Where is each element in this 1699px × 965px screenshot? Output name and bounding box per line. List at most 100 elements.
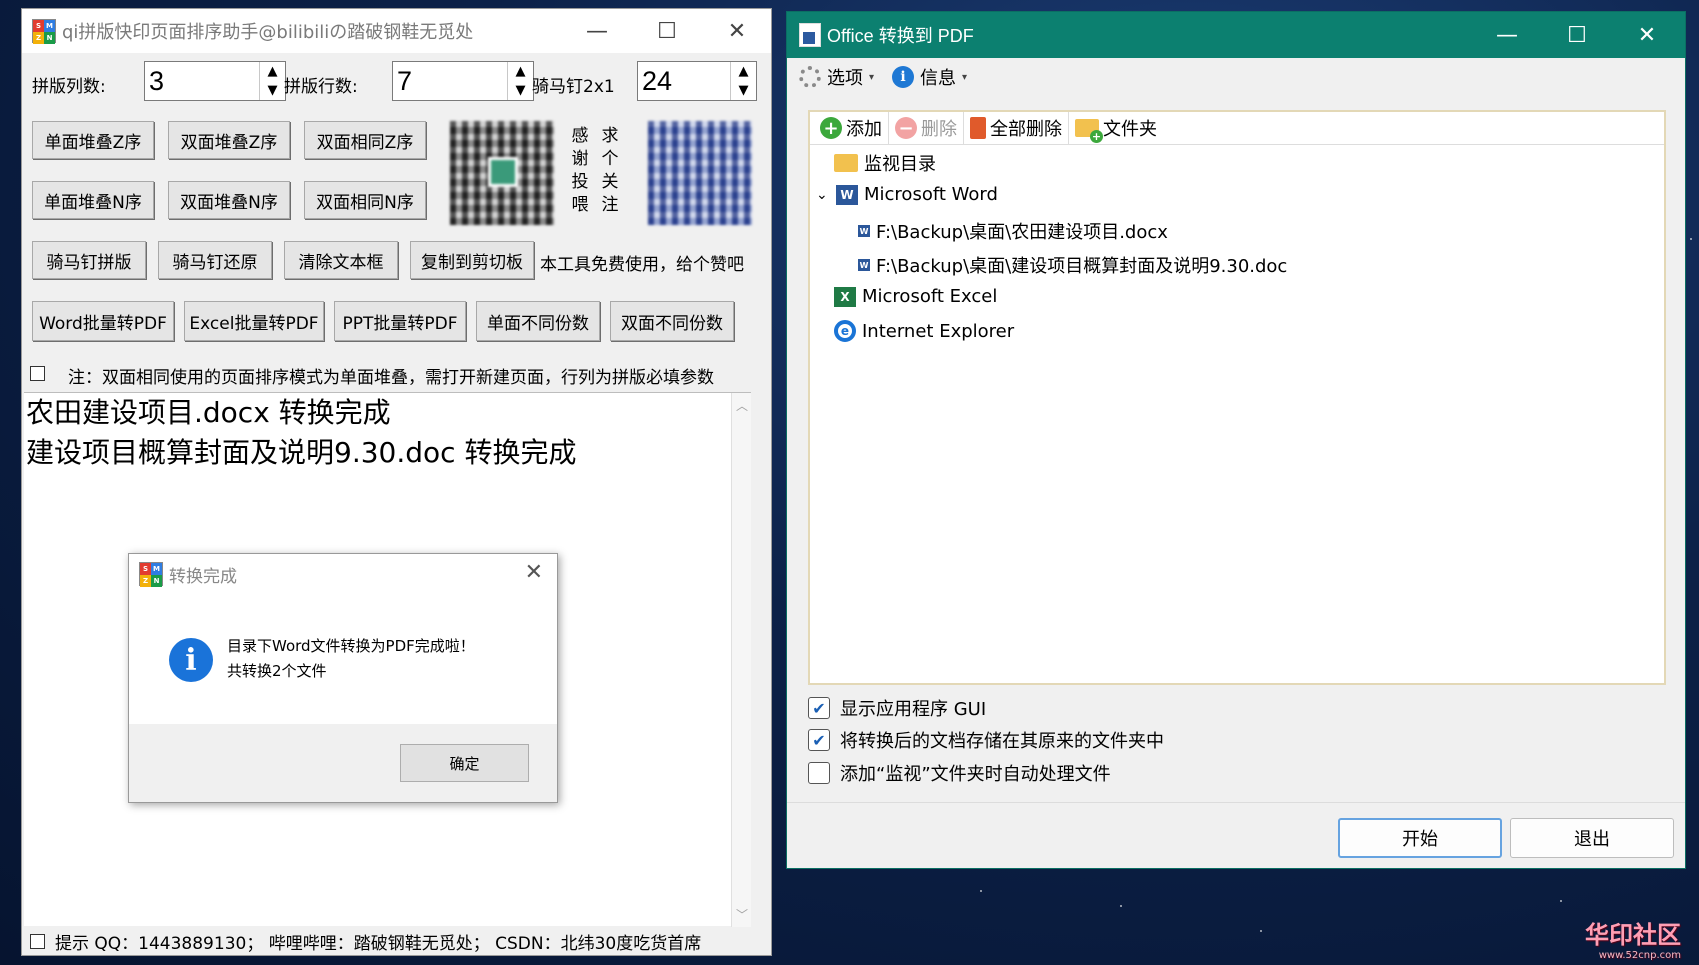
single-stack-n-button[interactable]: 单面堆叠N序 bbox=[32, 181, 154, 219]
folder-add-icon bbox=[1075, 119, 1103, 143]
follow-text: 求个关注 bbox=[601, 126, 619, 215]
rows-label: 拼版行数: bbox=[284, 77, 358, 97]
double-same-n-button[interactable]: 双面相同N序 bbox=[304, 181, 426, 219]
single-copies-button[interactable]: 单面不同份数 bbox=[476, 301, 600, 341]
vertical-scrollbar[interactable]: ︿ ﹀ bbox=[731, 393, 751, 927]
spin-down-icon[interactable]: ▼ bbox=[260, 81, 285, 100]
saddle-restore-button[interactable]: 骑马钉还原 bbox=[158, 241, 272, 279]
tree-item-file[interactable]: W F:\Backup\桌面\建设项目概算封面及说明9.30.doc bbox=[858, 252, 1287, 278]
checkbox-unchecked[interactable] bbox=[808, 762, 830, 784]
exit-button[interactable]: 退出 bbox=[1510, 818, 1674, 858]
checkbox-checked[interactable]: ✔ bbox=[808, 729, 830, 751]
cols-label: 拼版列数: bbox=[32, 77, 106, 97]
maximize-icon[interactable]: ☐ bbox=[632, 9, 702, 53]
tree-item-ie[interactable]: e Internet Explorer bbox=[834, 320, 1014, 342]
checkbox-checked[interactable]: ✔ bbox=[808, 697, 830, 719]
cols-spinner[interactable]: 3 ▲ ▼ bbox=[144, 61, 286, 101]
chevron-down-icon: ▾ bbox=[869, 71, 875, 83]
option-show-gui[interactable]: ✔ 显示应用程序 GUI bbox=[808, 695, 986, 721]
chevron-down-icon: ▾ bbox=[962, 71, 968, 83]
spin-down-icon[interactable]: ▼ bbox=[508, 81, 533, 100]
log-line: 农田建设项目.docx 转换完成 bbox=[26, 396, 391, 429]
tree-item-watch-dir[interactable]: 监视目录 bbox=[834, 150, 936, 176]
spin-up-icon[interactable]: ▲ bbox=[260, 62, 285, 81]
spin-up-icon[interactable]: ▲ bbox=[508, 62, 533, 81]
option-store-original-folder[interactable]: ✔ 将转换后的文档存储在其原来的文件夹中 bbox=[808, 727, 1164, 753]
single-stack-z-button[interactable]: 单面堆叠Z序 bbox=[32, 121, 154, 159]
copy-clipboard-button[interactable]: 复制到剪切板 bbox=[410, 241, 534, 279]
free-note: 本工具免费使用，给个赞吧 bbox=[540, 255, 744, 275]
tree-item-excel[interactable]: X Microsoft Excel bbox=[834, 286, 997, 307]
saddle-layout-button[interactable]: 骑马钉拼版 bbox=[32, 241, 146, 279]
cols-value: 3 bbox=[149, 66, 165, 96]
word-icon: W bbox=[836, 184, 858, 205]
dialog-message: 目录下Word文件转换为PDF完成啦！ 共转换2个文件 bbox=[227, 637, 475, 680]
close-icon[interactable]: ✕ bbox=[1612, 12, 1682, 58]
title-bar: Office 转换到 PDF — ☐ ✕ bbox=[787, 12, 1685, 58]
menu-bar: 选项 ▾ i 信息 ▾ bbox=[787, 58, 1685, 96]
donate-qr-image bbox=[450, 121, 554, 225]
saddle-spinner[interactable]: 24 ▲ ▼ bbox=[637, 61, 757, 101]
close-icon[interactable]: ✕ bbox=[525, 560, 543, 585]
tree-item-word[interactable]: ⌄ W Microsoft Word bbox=[816, 184, 998, 205]
thanks-text: 感谢投喂 bbox=[571, 126, 589, 215]
app-icon: SMZN bbox=[32, 19, 56, 44]
window-title: Office 转换到 PDF bbox=[827, 26, 974, 46]
add-icon: + bbox=[820, 117, 842, 139]
double-copies-button[interactable]: 双面不同份数 bbox=[610, 301, 734, 341]
ok-button[interactable]: 确定 bbox=[400, 744, 529, 782]
pdf-app-icon bbox=[799, 23, 821, 47]
scroll-down-icon[interactable]: ﹀ bbox=[732, 906, 752, 923]
spin-up-icon[interactable]: ▲ bbox=[731, 62, 756, 81]
site-watermark: 华印社区 www.52cnp.com bbox=[1585, 921, 1681, 961]
tree-item-file[interactable]: W F:\Backup\桌面\农田建设项目.docx bbox=[858, 218, 1168, 244]
dialog-title-bar: SMZN 转换完成 ✕ bbox=[129, 554, 557, 594]
minimize-icon[interactable]: — bbox=[1472, 12, 1542, 58]
dialog-title: 转换完成 bbox=[169, 566, 237, 587]
status-bar: 提示 QQ：1443889130； 哔哩哔哩：踏破钢鞋无觅处； CSDN：北纬3… bbox=[22, 927, 771, 955]
word-to-pdf-button[interactable]: Word批量转PDF bbox=[32, 301, 174, 341]
spin-down-icon[interactable]: ▼ bbox=[731, 81, 756, 100]
close-icon[interactable]: ✕ bbox=[702, 9, 772, 53]
option-auto-process-watch[interactable]: 添加“监视”文件夹时自动处理文件 bbox=[808, 760, 1111, 786]
menu-info[interactable]: i 信息 ▾ bbox=[892, 64, 975, 90]
menu-options[interactable]: 选项 ▾ bbox=[799, 64, 882, 90]
note-checkbox[interactable] bbox=[30, 366, 45, 381]
window-footer: 开始 退出 bbox=[787, 802, 1685, 868]
window-title: qi拼版快印页面排序助手@bilibiliの踏破钢鞋无觅处 bbox=[62, 22, 474, 43]
folder-icon bbox=[834, 154, 858, 172]
app-icon: SMZN bbox=[139, 562, 163, 587]
minimize-icon[interactable]: — bbox=[562, 9, 632, 53]
start-button[interactable]: 开始 bbox=[1338, 818, 1502, 858]
delete-button[interactable]: − 删除 bbox=[889, 111, 964, 145]
delete-all-button[interactable]: 全部删除 bbox=[964, 111, 1069, 145]
double-same-z-button[interactable]: 双面相同Z序 bbox=[304, 121, 426, 159]
word-file-icon: W bbox=[858, 259, 870, 271]
ppt-to-pdf-button[interactable]: PPT批量转PDF bbox=[334, 301, 466, 341]
clear-textbox-button[interactable]: 清除文本框 bbox=[284, 241, 398, 279]
rows-spinner[interactable]: 7 ▲ ▼ bbox=[392, 61, 534, 101]
saddle-value: 24 bbox=[642, 66, 673, 96]
info-icon: i bbox=[169, 638, 213, 682]
add-button[interactable]: + 添加 bbox=[814, 111, 889, 145]
remove-icon: − bbox=[895, 117, 917, 139]
hint-checkbox[interactable] bbox=[30, 933, 45, 949]
chevron-down-icon[interactable]: ⌄ bbox=[816, 187, 830, 203]
excel-icon: X bbox=[834, 286, 856, 307]
info-icon: i bbox=[892, 66, 915, 88]
add-folder-button[interactable]: 文件夹 bbox=[1069, 112, 1163, 145]
scroll-up-icon[interactable]: ︿ bbox=[732, 397, 752, 414]
maximize-icon[interactable]: ☐ bbox=[1542, 12, 1612, 58]
double-stack-z-button[interactable]: 双面堆叠Z序 bbox=[168, 121, 290, 159]
title-bar: SMZN qi拼版快印页面排序助手@bilibiliの踏破钢鞋无觅处 — ☐ ✕ bbox=[22, 9, 771, 53]
conversion-complete-dialog: SMZN 转换完成 ✕ i 目录下Word文件转换为PDF完成啦！ 共转换2个文… bbox=[128, 553, 558, 803]
log-line: 建设项目概算封面及说明9.30.doc 转换完成 bbox=[26, 436, 577, 469]
dialog-footer: 确定 bbox=[129, 724, 557, 802]
follow-qr-image bbox=[648, 121, 752, 225]
word-file-icon: W bbox=[858, 225, 870, 237]
double-stack-n-button[interactable]: 双面堆叠N序 bbox=[168, 181, 290, 219]
excel-to-pdf-button[interactable]: Excel批量转PDF bbox=[184, 301, 324, 341]
internet-explorer-icon: e bbox=[834, 320, 856, 342]
note-text: 注：双面相同使用的页面排序模式为单面堆叠，需打开新建页面，行列为拼版必填参数 bbox=[68, 368, 714, 388]
saddle-label: 骑马钉2x1 bbox=[532, 77, 615, 97]
